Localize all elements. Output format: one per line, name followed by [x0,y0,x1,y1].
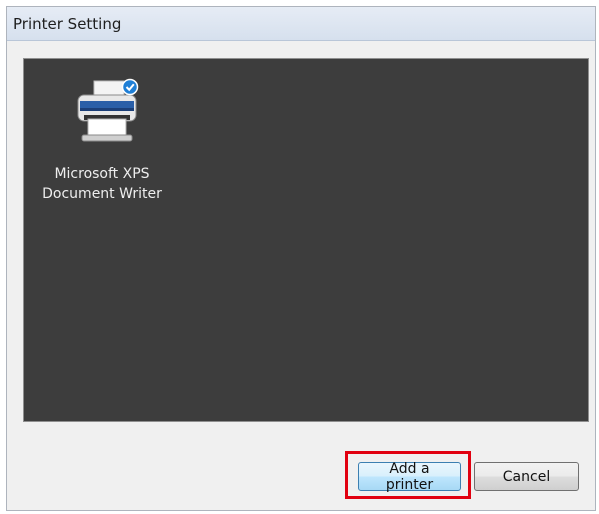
printer-name-line2: Document Writer [42,186,162,202]
cancel-button[interactable]: Cancel [474,462,579,491]
add-printer-button[interactable]: Add a printer [358,461,461,493]
printer-icon [77,78,139,142]
printer-item[interactable]: Microsoft XPS Document Writer [32,73,172,203]
printer-name-line1: Microsoft XPS [54,166,150,182]
window-title: Printer Setting [13,15,122,33]
checkmark-badge-icon [121,78,139,96]
printer-list[interactable]: Microsoft XPS Document Writer [23,58,589,422]
printer-name: Microsoft XPS Document Writer [32,164,172,204]
printer-setting-dialog: Printer Setting Microsoft XPS Document W… [6,6,596,511]
title-bar: Printer Setting [7,7,595,41]
